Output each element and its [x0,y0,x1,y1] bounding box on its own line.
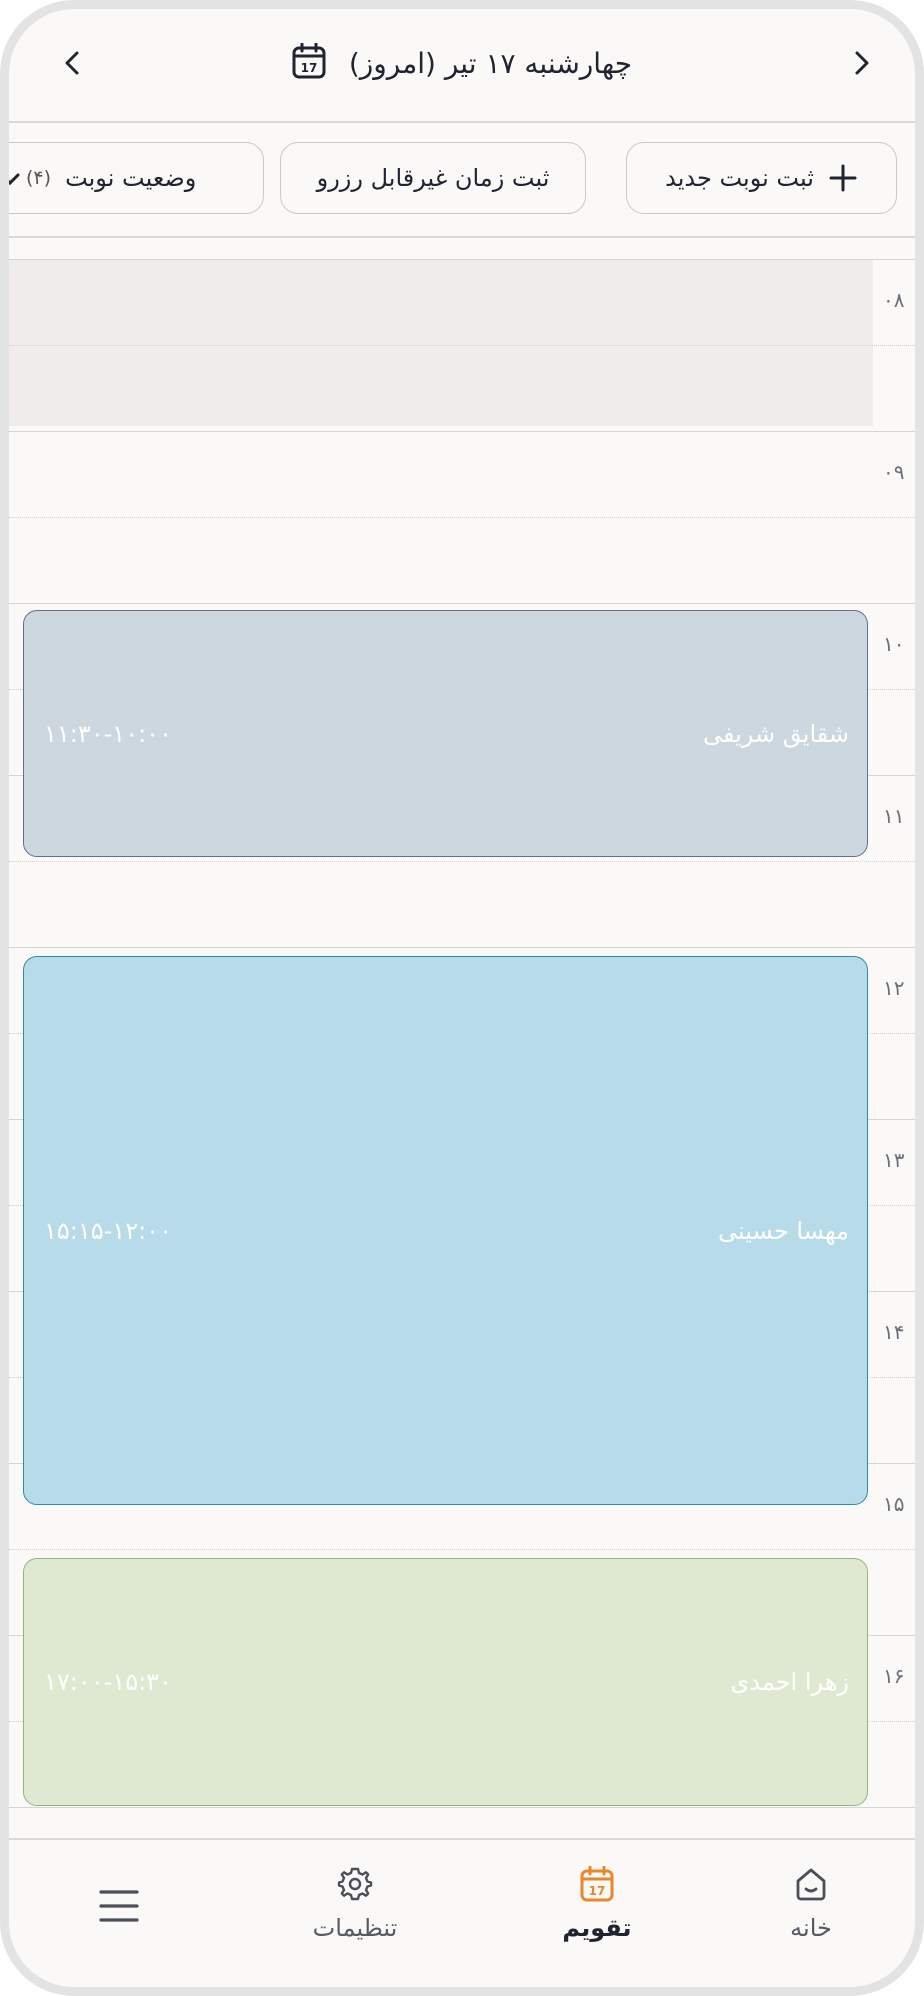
hour-line [9,947,915,948]
appointment-status-label: وضعیت نوبت [65,164,197,192]
appointment-status-button[interactable]: وضعیت نوبت (۴) [9,142,264,214]
phone-frame: چهارشنبه ۱۷ تیر (امروز) 17 ثبت نوبت جدید… [0,0,924,1996]
calendar-icon: 17 [580,1865,614,1902]
header-divider [9,121,915,123]
half-hour-line [9,345,915,346]
new-appointment-button[interactable]: ثبت نوبت جدید [626,142,897,214]
plus-icon [828,163,858,193]
day-timeline[interactable]: ۰۸ ۰۹ ۱۰ ۱۱ ۱۲ ۱۳ ۱۴ ۱۵ ۱۶ ۱۷ شقایق شریف… [9,246,915,1860]
hour-label-09: ۰۹ [883,460,905,484]
unavailable-block [9,259,873,426]
hamburger-menu-icon [99,1890,139,1922]
nav-settings[interactable]: تنظیمات [275,1866,435,1942]
hour-label-15: ۱۵ [883,1492,905,1516]
actions-divider [9,236,915,238]
hour-line [9,259,915,260]
appointment-card[interactable]: شقایق شریفی ۱۱:۳۰-۱۰:۰۰ [23,610,868,857]
appointment-name: شقایق شریفی [702,719,849,748]
hour-label-14: ۱۴ [883,1320,905,1344]
unavailable-time-button[interactable]: ثبت زمان غیرقابل رزرو [280,142,586,214]
hour-label-10: ۱۰ [883,632,905,656]
gear-icon [337,1867,373,1901]
bottom-navigation: خانه 17 تقویم تنظیمات [9,1838,915,1987]
unavailable-time-label: ثبت زمان غیرقابل رزرو [316,164,550,192]
chevron-down-icon [9,163,20,199]
half-hour-line [9,517,915,518]
hour-line [9,603,915,604]
top-bar: چهارشنبه ۱۷ تیر (امروز) 17 [9,9,915,121]
home-icon [796,1868,826,1901]
appointment-name: زهرا احمدی [730,1668,849,1696]
hour-label-13: ۱۳ [883,1148,905,1172]
hour-line [9,431,915,432]
hour-label-08: ۰۸ [883,288,905,312]
hour-line [9,1807,915,1808]
menu-button[interactable] [97,1886,141,1926]
date-title[interactable]: چهارشنبه ۱۷ تیر (امروز) 17 [9,43,915,80]
chevron-right-icon [855,51,869,75]
nav-calendar-icon-day: 17 [589,1884,606,1898]
appointment-time: ۱۵:۱۵-۱۲:۰۰ [44,1216,172,1245]
nav-home[interactable]: خانه [731,1866,891,1942]
appointment-name: مهسا حسینی [717,1216,849,1245]
hour-label-11: ۱۱ [883,804,905,828]
half-hour-line [9,861,915,862]
new-appointment-label: ثبت نوبت جدید [665,164,814,192]
calendar-icon-day: 17 [301,61,318,75]
hour-label-16: ۱۶ [883,1664,905,1688]
appointment-status-count: (۴) [26,167,52,189]
nav-home-label: خانه [790,1914,832,1942]
date-title-text: چهارشنبه ۱۷ تیر (امروز) [348,47,633,80]
nav-calendar[interactable]: 17 تقویم [517,1865,677,1942]
nav-calendar-label: تقویم [562,1914,632,1942]
hour-label-12: ۱۲ [883,976,905,1000]
bottom-nav-divider [9,1838,915,1840]
nav-settings-label: تنظیمات [312,1914,398,1942]
appointment-time: ۱۷:۰۰-۱۵:۳۰ [44,1668,172,1696]
appointment-card[interactable]: مهسا حسینی ۱۵:۱۵-۱۲:۰۰ [23,956,868,1505]
calendar-icon: 17 [292,43,326,79]
half-hour-line [9,1549,915,1550]
appointment-card[interactable]: زهرا احمدی ۱۷:۰۰-۱۵:۳۰ [23,1558,868,1806]
appointment-time: ۱۱:۳۰-۱۰:۰۰ [44,719,172,748]
next-day-button[interactable] [841,43,881,83]
